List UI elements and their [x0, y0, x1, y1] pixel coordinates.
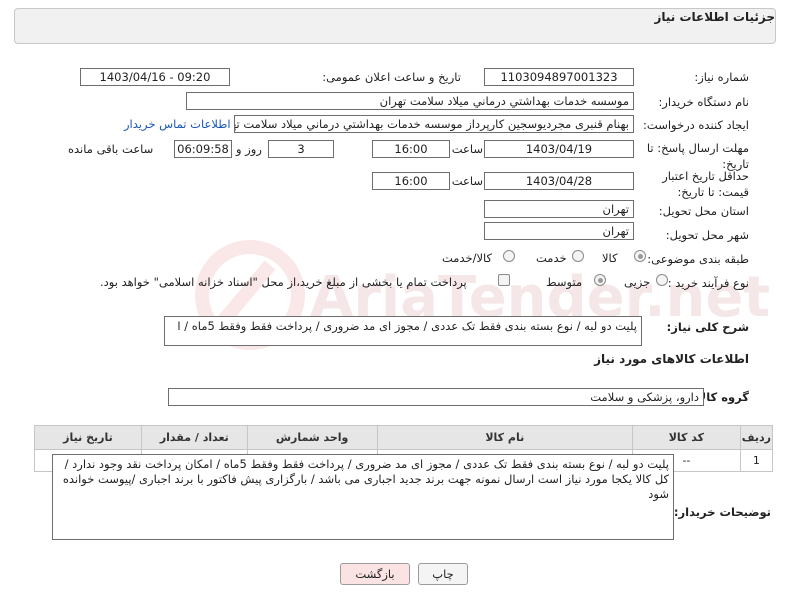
validity-label: حداقل تاریخ اعتبار قیمت: تا تاریخ: — [662, 169, 749, 199]
contact-buyer-link[interactable]: اطلاعات تماس خریدار — [124, 117, 231, 131]
creator-label: ایجاد کننده درخواست: — [643, 118, 749, 132]
buyer-notes-label: توضیحات خریدار: — [673, 505, 771, 519]
process-radio-medium[interactable] — [594, 274, 606, 286]
col-row: ردیف — [739, 425, 774, 450]
announce-field[interactable]: 1403/04/16 - 09:20 — [80, 68, 230, 86]
creator-field[interactable]: بهنام قنبری مجردیوسجین کارپرداز موسسه خد… — [234, 115, 634, 133]
description-label: شرح کلی نیاز: — [666, 320, 749, 334]
validity-time-field[interactable]: 16:00 — [372, 172, 450, 190]
category-option-service: خدمت — [536, 251, 567, 265]
process-label: نوع فرآیند خرید : — [667, 276, 749, 290]
page-title: جزئیات اطلاعات نیاز — [654, 10, 775, 24]
treasury-checkbox[interactable] — [498, 274, 510, 286]
days-label: روز و — [236, 142, 262, 156]
process-note: پرداخت تمام یا بخشی از مبلغ خرید،از محل … — [100, 275, 467, 289]
validity-time-label: ساعت — [451, 174, 483, 188]
back-button[interactable]: بازگشت — [340, 563, 410, 585]
col-unit: واحد شمارش — [246, 425, 378, 450]
validity-date-field[interactable]: 1403/04/28 — [484, 172, 634, 190]
category-option-goods: کالا — [602, 251, 618, 265]
province-label: استان محل تحویل: — [658, 204, 749, 218]
buyer-label: نام دستگاه خریدار: — [658, 95, 749, 109]
col-name: نام کالا — [376, 425, 634, 450]
goods-section-title: اطلاعات کالاهای مورد نیاز — [594, 352, 749, 366]
city-field[interactable]: تهران — [484, 222, 634, 240]
goods-group-field[interactable]: دارو، پزشکی و سلامت — [168, 388, 704, 406]
col-code: کد کالا — [632, 425, 741, 450]
category-radio-both[interactable] — [503, 250, 515, 262]
category-option-both: کالا/خدمت — [442, 251, 493, 265]
deadline-date-field[interactable]: 1403/04/19 — [484, 140, 634, 158]
category-radio-service[interactable] — [572, 250, 584, 262]
category-label: طبقه بندی موضوعی: — [647, 252, 749, 266]
description-field[interactable]: پلیت دو لبه / نوع بسته بندی فقط تک عددی … — [164, 316, 642, 346]
col-date: تاریخ نیاز — [34, 425, 142, 450]
need-number-field[interactable]: 1103094897001323 — [484, 68, 634, 86]
announce-label: تاریخ و ساعت اعلان عمومی: — [322, 70, 461, 84]
buyer-field[interactable]: موسسه خدمات بهداشتي درماني ميلاد سلامت ت… — [186, 92, 634, 110]
process-option-medium: متوسط — [546, 275, 583, 289]
remaining-label: ساعت باقی مانده — [68, 142, 154, 156]
process-radio-minor[interactable] — [656, 274, 668, 286]
deadline-time-field[interactable]: 16:00 — [372, 140, 450, 158]
city-label: شهر محل تحویل: — [665, 228, 749, 242]
goods-table-header: ردیف کد کالا نام کالا واحد شمارش تعداد /… — [34, 425, 774, 450]
buyer-notes-field[interactable]: پلیت دو لبه / نوع بسته بندی فقط تک عددی … — [52, 454, 674, 540]
province-field[interactable]: تهران — [484, 200, 634, 218]
remaining-time-field[interactable]: 06:09:58 — [174, 140, 232, 158]
cell-row: 1 — [739, 449, 774, 472]
need-number-label: شماره نیاز: — [694, 70, 749, 84]
category-radio-goods[interactable] — [634, 250, 646, 262]
col-qty: تعداد / مقدار — [140, 425, 248, 450]
days-field[interactable]: 3 — [268, 140, 334, 158]
deadline-time-label: ساعت — [451, 142, 483, 156]
print-button[interactable]: چاپ — [418, 563, 468, 585]
process-option-minor: جزیی — [624, 275, 651, 289]
